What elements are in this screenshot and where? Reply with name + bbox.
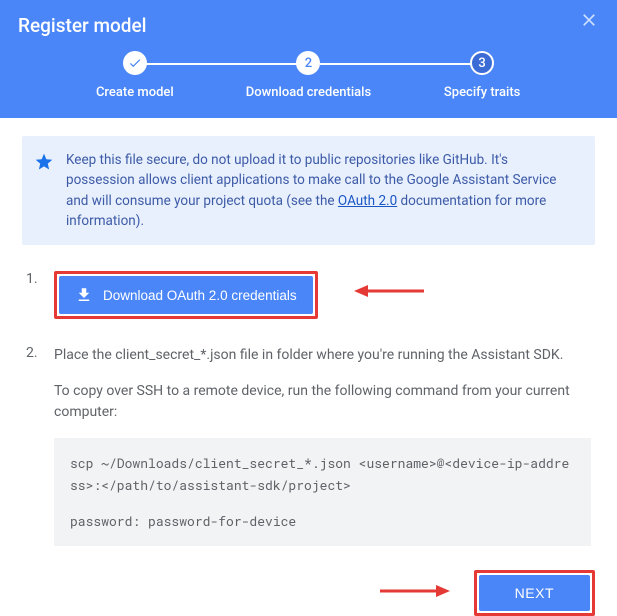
step-label: Download credentials (246, 85, 371, 100)
step-done-icon (123, 51, 147, 75)
code-line: password: password-for-device (70, 510, 575, 532)
check-icon (128, 56, 142, 70)
code-line: scp ~/Downloads/client_secret_*.json <us… (70, 452, 575, 496)
list-item: 1. Download OAuth 2.0 credentials (26, 271, 591, 319)
annotation-highlight: Download OAuth 2.0 credentials (54, 271, 318, 319)
list-number: 2. (26, 345, 40, 546)
step-create-model: Create model (49, 51, 221, 100)
stepper-line (320, 63, 483, 65)
download-credentials-button[interactable]: Download OAuth 2.0 credentials (59, 276, 313, 314)
annotation-arrow-icon (380, 581, 450, 605)
step-download-credentials: 2 Download credentials (223, 51, 395, 100)
star-icon (34, 152, 54, 231)
list-number: 1. (26, 271, 40, 319)
dialog-title: Register model (18, 14, 599, 37)
dialog-body: Keep this file secure, do not upload it … (0, 118, 617, 560)
stepper: Create model 2 Download credentials 3 Sp… (18, 51, 599, 100)
oauth-link[interactable]: OAuth 2.0 (338, 193, 397, 209)
dialog-footer: NEXT (0, 560, 617, 616)
step-number: 3 (470, 51, 494, 75)
step-label: Create model (96, 85, 174, 100)
instruction-text: Place the client_secret_*.json file in f… (54, 345, 591, 367)
close-icon (579, 10, 599, 30)
step-number: 2 (296, 51, 320, 75)
dialog-header: Register model Create model 2 Download c… (0, 0, 617, 118)
annotation-highlight: NEXT (474, 570, 595, 616)
code-block: scp ~/Downloads/client_secret_*.json <us… (54, 438, 591, 546)
download-button-label: Download OAuth 2.0 credentials (103, 288, 297, 303)
stepper-line (146, 63, 309, 65)
security-info-box: Keep this file secure, do not upload it … (22, 136, 595, 245)
register-model-dialog: Register model Create model 2 Download c… (0, 0, 617, 600)
next-button[interactable]: NEXT (479, 575, 590, 611)
close-button[interactable] (579, 10, 603, 34)
instruction-subtext: To copy over SSH to a remote device, run… (54, 381, 591, 424)
instructions-list: 1. Download OAuth 2.0 credentials 2. (22, 271, 595, 546)
download-icon (75, 286, 93, 304)
annotation-arrow-icon (354, 281, 424, 309)
list-item: 2. Place the client_secret_*.json file i… (26, 345, 591, 546)
info-text: Keep this file secure, do not upload it … (66, 150, 579, 231)
step-label: Specify traits (444, 85, 520, 100)
next-button-label: NEXT (515, 585, 554, 601)
step-specify-traits: 3 Specify traits (396, 51, 568, 100)
